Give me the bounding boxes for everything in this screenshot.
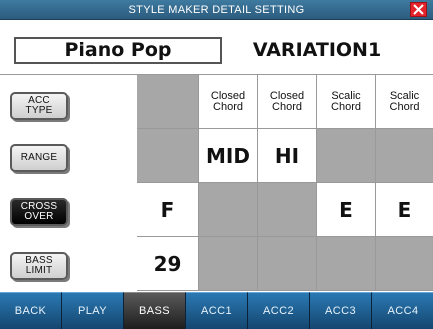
grid-cell-bass-range <box>137 129 199 183</box>
grid-cell-acc4-range <box>376 129 433 183</box>
close-icon <box>413 4 424 15</box>
range-button[interactable]: RANGE <box>10 144 68 172</box>
cross-over-button[interactable]: CROSS OVER <box>10 198 68 226</box>
grid-cell-acc2-acc-type[interactable]: Closed Chord <box>258 75 317 129</box>
grid-cell-bass-acc-type <box>137 75 199 129</box>
close-button[interactable] <box>410 2 427 17</box>
grid-cell-acc3-bass-limit <box>317 237 376 291</box>
grid-cell-acc4-acc-type[interactable]: Scalic Chord <box>376 75 433 129</box>
grid-cell-acc2-cross-over <box>258 183 317 237</box>
tab-acc3[interactable]: ACC3 <box>310 292 372 329</box>
grid-cell-acc2-bass-limit <box>258 237 317 291</box>
style-name-field[interactable]: Piano Pop <box>14 37 222 64</box>
tab-play[interactable]: PLAY <box>62 292 124 329</box>
grid-cell-acc1-range[interactable]: MID <box>199 129 258 183</box>
grid-cell-acc1-acc-type[interactable]: Closed Chord <box>199 75 258 129</box>
grid-cell-acc3-cross-over[interactable]: E <box>317 183 376 237</box>
tab-acc1[interactable]: ACC1 <box>186 292 248 329</box>
grid-cell-bass-bass-limit[interactable]: 29 <box>137 237 199 291</box>
grid-cell-acc4-bass-limit <box>376 237 433 291</box>
tab-acc4[interactable]: ACC4 <box>372 292 433 329</box>
bottom-nav: BACK PLAY BASS ACC1 ACC2 ACC3 ACC4 <box>0 292 433 329</box>
bass-limit-button[interactable]: BASS LIMIT <box>10 252 68 280</box>
tab-back[interactable]: BACK <box>0 292 62 329</box>
grid-cell-acc3-range <box>317 129 376 183</box>
grid-cell-acc4-cross-over[interactable]: E <box>376 183 433 237</box>
style-maker-screen: STYLE MAKER DETAIL SETTING Piano Pop VAR… <box>0 0 433 329</box>
window-title: STYLE MAKER DETAIL SETTING <box>128 4 305 16</box>
acc-type-button[interactable]: ACC TYPE <box>10 92 68 120</box>
title-bar: STYLE MAKER DETAIL SETTING <box>0 0 433 20</box>
grid-cell-acc1-bass-limit <box>199 237 258 291</box>
grid-cell-acc3-acc-type[interactable]: Scalic Chord <box>317 75 376 129</box>
grid-cell-acc1-cross-over <box>199 183 258 237</box>
grid-cell-bass-cross-over[interactable]: F <box>137 183 199 237</box>
variation-label: VARIATION1 <box>252 39 382 61</box>
grid-cell-acc2-range[interactable]: HI <box>258 129 317 183</box>
tab-acc2[interactable]: ACC2 <box>248 292 310 329</box>
tab-bass[interactable]: BASS <box>124 292 186 329</box>
settings-grid: Closed Chord Closed Chord Scalic Chord S… <box>137 75 433 291</box>
